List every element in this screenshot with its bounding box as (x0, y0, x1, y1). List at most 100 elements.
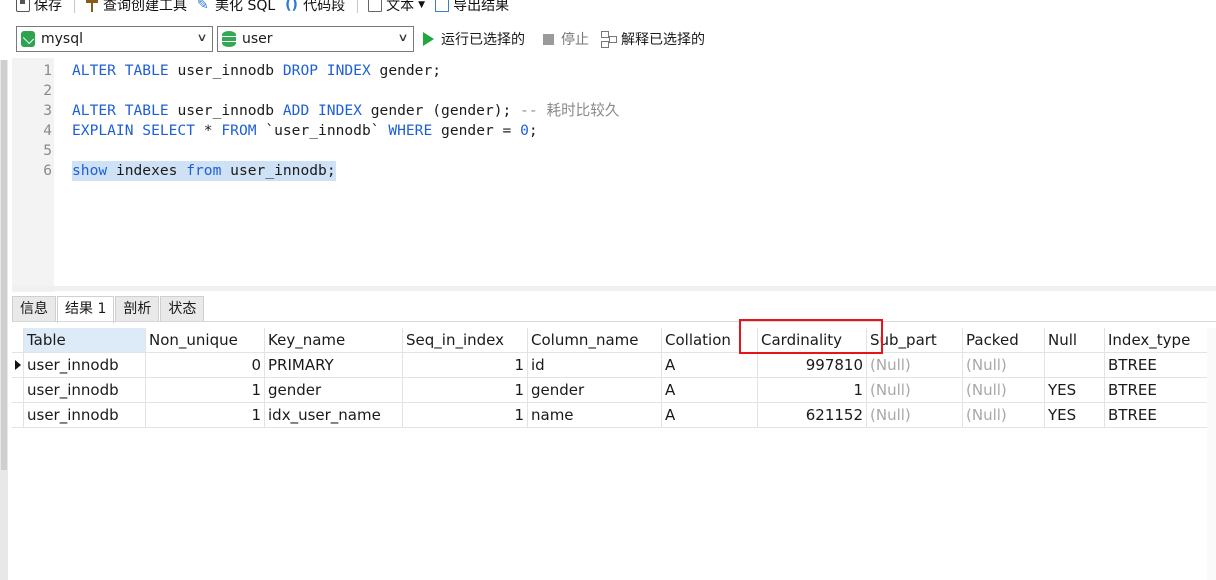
code-line-text[interactable]: show indexes from user_innodb; (72, 161, 336, 181)
grid-cell[interactable]: A (662, 403, 758, 428)
grid-cell[interactable]: 1 (403, 378, 528, 403)
grid-cell[interactable]: 1 (758, 378, 867, 403)
table-row[interactable]: user_innodb 1 gender 1 gender A 1 (Null) (Null) Y… (12, 378, 1216, 403)
main-toolbar: 保存 查询创建工具 ✎ 美化 SQL () 代码段 文本 ▼ 导出结果 (0, 0, 1216, 16)
row-selector[interactable] (12, 353, 24, 378)
code-line-text[interactable]: EXPLAIN SELECT * FROM `user_innodb` WHER… (72, 121, 538, 141)
stop-button[interactable]: 停止 (543, 29, 589, 49)
column-header-non-unique[interactable]: Non_unique (146, 328, 265, 353)
grid-cell[interactable]: BTREE (1105, 378, 1216, 403)
grid-cell[interactable]: YES (1045, 403, 1105, 428)
grid-cell[interactable]: 997810 (758, 353, 867, 378)
grid-cell[interactable]: BTREE (1105, 353, 1216, 378)
grid-cell[interactable]: gender (265, 378, 403, 403)
sql-token: gender = (441, 122, 521, 139)
column-header-key-name[interactable]: Key_name (265, 328, 403, 353)
grid-cell[interactable]: user_innodb (24, 378, 146, 403)
grid-cell[interactable]: BTREE (1105, 403, 1216, 428)
grid-cell[interactable]: idx_user_name (265, 403, 403, 428)
grid-cell[interactable]: 1 (403, 353, 528, 378)
sql-keyword: ALTER TABLE (72, 62, 178, 79)
code-line-text[interactable]: ALTER TABLE user_innodb DROP INDEX gende… (72, 61, 441, 81)
connection-value: mysql (41, 31, 83, 47)
sql-token: indexes (115, 162, 187, 179)
chevron-down-icon: ∨ (196, 31, 208, 44)
grid-cell[interactable]: 0 (146, 353, 265, 378)
export-icon (435, 0, 450, 12)
grid-vertical-scrollbar[interactable] (1207, 328, 1216, 580)
code-area[interactable]: 1 ALTER TABLE user_innodb DROP INDEX gend… (12, 58, 1216, 292)
grid-cell[interactable]: PRIMARY (265, 353, 403, 378)
tab-3[interactable]: 状态 (160, 296, 205, 321)
grid-cell[interactable]: 1 (146, 378, 265, 403)
magic-wand-icon: ✎ (197, 0, 209, 13)
grid-cell[interactable]: A (662, 378, 758, 403)
chevron-down-icon: ∨ (397, 31, 409, 44)
grid-cell[interactable]: user_innodb (24, 403, 146, 428)
row-selector[interactable] (12, 403, 24, 428)
grid-cell[interactable]: gender (528, 378, 662, 403)
column-header-cardinality[interactable]: Cardinality (758, 328, 867, 353)
grid-cell[interactable]: (Null) (963, 353, 1045, 378)
grid-cell[interactable]: A (662, 353, 758, 378)
database-select[interactable]: user ∨ (217, 26, 414, 52)
parentheses-icon: () (285, 0, 298, 13)
column-header-null[interactable]: Null (1045, 328, 1105, 353)
grid-cell[interactable] (1045, 353, 1105, 378)
explain-selected-label: 解释已选择的 (621, 32, 705, 48)
grid-cell[interactable]: (Null) (963, 403, 1045, 428)
sql-editor[interactable]: 1 ALTER TABLE user_innodb DROP INDEX gend… (0, 58, 1216, 292)
run-selected-button[interactable]: 运行已选择的 (423, 29, 525, 49)
hammer-icon (85, 0, 99, 12)
grid-cell[interactable]: (Null) (867, 378, 963, 403)
code-line-text[interactable]: ALTER TABLE user_innodb ADD INDEX gender… (72, 101, 619, 121)
explain-selected-button[interactable]: 解释已选择的 (601, 29, 705, 49)
column-header-table[interactable]: Table (24, 328, 146, 353)
grid-cell[interactable]: id (528, 353, 662, 378)
grid-cell[interactable]: 1 (403, 403, 528, 428)
sql-token: gender; (379, 62, 442, 79)
table-row[interactable]: user_innodb 0 PRIMARY 1 id A 997810 (Null) (Null… (12, 353, 1216, 378)
save-button[interactable]: 保存 (16, 0, 62, 15)
database-value: user (242, 31, 273, 47)
grid-header-row: Table Non_unique Key_name Seq_in_index Colum… (12, 328, 1216, 353)
sql-token: 0 (520, 122, 529, 139)
grid-cell[interactable]: 1 (146, 403, 265, 428)
column-header-packed[interactable]: Packed (963, 328, 1045, 353)
column-header-index-type[interactable]: Index_type (1105, 328, 1216, 353)
export-results-button[interactable]: 导出结果 (435, 0, 509, 15)
grid-cell[interactable]: user_innodb (24, 353, 146, 378)
sql-token: user_innodb; (230, 162, 336, 179)
tab-1[interactable]: 结果 1 (57, 296, 115, 323)
sql-token: * (203, 122, 222, 139)
tab-0[interactable]: 信息 (12, 296, 56, 321)
grid-cell[interactable]: YES (1045, 378, 1105, 403)
code-snippet-button[interactable]: () 代码段 (285, 0, 345, 15)
column-header-sub-part[interactable]: Sub_part (867, 328, 963, 353)
column-header-collation[interactable]: Collation (662, 328, 758, 353)
table-row[interactable]: user_innodb 1 idx_user_name 1 name A 621152 (Nu… (12, 403, 1216, 428)
sql-token: user_innodb (177, 102, 283, 119)
save-label: 保存 (34, 0, 62, 14)
line-number: 5 (43, 142, 52, 159)
sql-keyword: show (72, 162, 116, 179)
editor-horizontal-scrollbar[interactable] (12, 286, 1216, 291)
grid-cell[interactable]: (Null) (867, 353, 963, 378)
grid-cell[interactable]: (Null) (963, 378, 1045, 403)
column-header-column-name[interactable]: Column_name (528, 328, 662, 353)
grid-cell[interactable]: (Null) (867, 403, 963, 428)
current-row-pointer-icon (15, 360, 21, 370)
beautify-sql-button[interactable]: ✎ 美化 SQL (197, 0, 275, 15)
column-header-seq-in-index[interactable]: Seq_in_index (403, 328, 528, 353)
grid-cell[interactable]: 621152 (758, 403, 867, 428)
text-mode-button[interactable]: 文本 ▼ (368, 0, 425, 15)
connection-select[interactable]: mysql ∨ (16, 26, 213, 52)
tab-2[interactable]: 剖析 (115, 296, 160, 321)
sql-keyword: ALTER TABLE (72, 102, 178, 119)
sql-keyword: FROM (221, 122, 266, 139)
grid-cell[interactable]: name (528, 403, 662, 428)
beautify-sql-label: 美化 SQL (215, 0, 276, 14)
explain-icon (601, 31, 617, 48)
query-builder-button[interactable]: 查询创建工具 (85, 0, 187, 15)
row-selector[interactable] (12, 378, 24, 403)
